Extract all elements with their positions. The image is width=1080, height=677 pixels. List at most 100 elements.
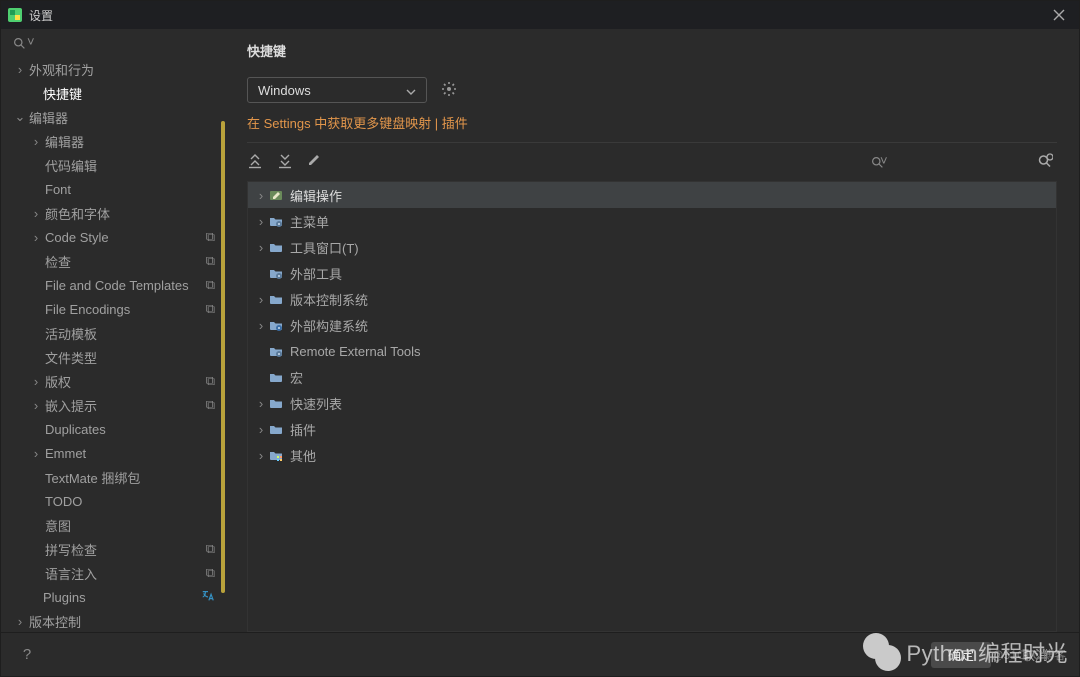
main-panel: 快捷键 Windows 在 Settings 中获取更多键盘映射 | 插件 (225, 29, 1079, 632)
chevron-icon: › (31, 446, 41, 461)
sidebar-item-label: 拼写检查 (45, 540, 206, 559)
sidebar-item[interactable]: Plugins (1, 585, 225, 609)
sidebar-item[interactable]: 活动模板 (1, 321, 225, 345)
sidebar-item-label: Duplicates (45, 422, 215, 437)
title-bar: 设置 (1, 1, 1079, 29)
sidebar-item[interactable]: 语言注入⧉ (1, 561, 225, 585)
close-button[interactable] (1045, 1, 1073, 29)
sidebar-item[interactable]: › 编辑器 (1, 129, 225, 153)
folder-icon (268, 291, 284, 307)
sidebar-item-label: 快捷键 (43, 84, 215, 103)
page-title: 快捷键 (247, 29, 1057, 71)
expand-all-icon[interactable] (247, 153, 263, 172)
title-left: 设置 (7, 7, 53, 24)
sidebar-item[interactable]: 快捷键 (1, 81, 225, 105)
sidebar-item[interactable]: 文件类型 (1, 345, 225, 369)
sidebar-item-label: 代码编辑 (45, 156, 215, 175)
tree-row[interactable]: › 版本控制系统 (248, 286, 1056, 312)
tree-row[interactable]: ›编辑操作 (248, 182, 1056, 208)
sidebar-list[interactable]: ›外观和行为快捷键⌄编辑器›编辑器代码编辑Font›颜色和字体›Code Sty… (1, 57, 225, 632)
settings-dialog: 设置 ˅ ›外观和行为快捷键⌄编辑器›编辑器代码编辑Font›颜色和字体›Cod… (0, 0, 1080, 677)
tree-row[interactable]: ›插件 (248, 416, 1056, 442)
project-badge-icon: ⧉ (206, 541, 215, 557)
keymap-row: Windows (247, 77, 1057, 103)
sidebar-item-label: 活动模板 (45, 324, 215, 343)
tree-toolbar: ˅ (247, 143, 1057, 181)
tree-search[interactable]: ˅ (867, 151, 1057, 173)
chevron-icon: › (254, 422, 268, 437)
chevron-icon: › (254, 448, 268, 463)
sidebar-item[interactable]: 代码编辑 (1, 153, 225, 177)
tree-row-label: 快速列表 (290, 394, 342, 413)
sidebar-item-label: 版本控制 (29, 612, 215, 631)
shortcut-tree[interactable]: ›编辑操作›主菜单›工具窗口(T)›外部工具›版本控制系统›外部构建系统›Rem… (247, 181, 1057, 632)
sidebar-item-label: TextMate 捆绑包 (45, 468, 215, 487)
tree-row-label: 编辑操作 (290, 186, 342, 205)
chevron-icon: › (254, 396, 268, 411)
tree-row[interactable]: ›Remote External Tools (248, 338, 1056, 364)
tree-row-label: 外部构建系统 (290, 316, 368, 335)
tree-row[interactable]: ›宏 (248, 364, 1056, 390)
tree-row[interactable]: ›外部工具 (248, 260, 1056, 286)
search-dropdown-icon: ˅ (27, 34, 35, 49)
tree-row[interactable]: ›外部构建系统 (248, 312, 1056, 338)
collapse-all-icon[interactable] (277, 153, 293, 172)
project-badge-icon: ⧉ (206, 373, 215, 389)
folder-gear-icon (268, 213, 284, 229)
sidebar-item-label: 编辑器 (45, 132, 215, 151)
tree-row[interactable]: › 快速列表 (248, 390, 1056, 416)
translate-icon (201, 589, 215, 606)
chevron-icon: › (31, 398, 41, 413)
info-link[interactable]: 在 Settings 中获取更多键盘映射 | 插件 (247, 113, 1057, 132)
sidebar-item-label: File Encodings (45, 302, 206, 317)
sidebar-item-label: TODO (45, 494, 215, 509)
sidebar-item[interactable]: File and Code Templates⧉ (1, 273, 225, 297)
project-badge-icon: ⧉ (206, 253, 215, 269)
sidebar-item-label: Code Style (45, 230, 206, 245)
chevron-icon: › (31, 134, 41, 149)
folder-gear-icon (268, 343, 284, 359)
sidebar-item[interactable]: ›嵌入提示⧉ (1, 393, 225, 417)
tree-row[interactable]: ›工具窗口(T) (248, 234, 1056, 260)
tree-row[interactable]: ›主菜单 (248, 208, 1056, 234)
sidebar-item-label: 外观和行为 (29, 60, 215, 79)
project-badge-icon: ⧉ (206, 565, 215, 581)
search-dropdown-icon: ˅ (880, 153, 888, 168)
sidebar-item-label: 颜色和字体 (45, 204, 215, 223)
chevron-icon: › (254, 214, 268, 229)
sidebar-item[interactable]: ›外观和行为 (1, 57, 225, 81)
sidebar-item[interactable]: ›版权⧉ (1, 369, 225, 393)
sidebar-item-label: File and Code Templates (45, 278, 206, 293)
sidebar-item-label: 意图 (45, 516, 215, 535)
edit-icon[interactable] (307, 153, 321, 172)
sidebar-item[interactable]: ›Code Style⧉ (1, 225, 225, 249)
sidebar-item-label: 语言注入 (45, 564, 206, 583)
help-button[interactable]: ? (15, 643, 39, 667)
sidebar-item[interactable]: 检查⧉ (1, 249, 225, 273)
sidebar-item-label: 编辑器 (29, 108, 215, 127)
sidebar-item[interactable]: 意图 (1, 513, 225, 537)
sidebar-item[interactable]: ›Emmet (1, 441, 225, 465)
ok-button[interactable]: 确定 (931, 642, 991, 668)
sidebar-item[interactable]: Font (1, 177, 225, 201)
sidebar-item[interactable]: TODO (1, 489, 225, 513)
keymap-select[interactable]: Windows (247, 77, 427, 103)
gear-icon[interactable] (441, 81, 457, 100)
tree-row-label: Remote External Tools (290, 344, 421, 359)
sidebar-item-label: 嵌入提示 (45, 396, 206, 415)
sidebar-item[interactable]: ⌄编辑器 (1, 105, 225, 129)
bottom-bar: ? 确定 取消 @51CTO博客 (1, 632, 1079, 676)
find-shortcut-icon[interactable] (1037, 153, 1053, 172)
tree-row-label: 版本控制系统 (290, 290, 368, 309)
sidebar-item[interactable]: ›颜色和字体 (1, 201, 225, 225)
chevron-icon: › (254, 292, 268, 307)
sidebar-item-label: 检查 (45, 252, 206, 271)
sidebar-item[interactable]: File Encodings⧉ (1, 297, 225, 321)
sidebar-item[interactable]: Duplicates (1, 417, 225, 441)
sidebar-item[interactable]: 拼写检查⧉ (1, 537, 225, 561)
sidebar-item-label: Plugins (43, 590, 201, 605)
sidebar-search[interactable]: ˅ (1, 29, 225, 57)
tree-row[interactable]: ›其他 (248, 442, 1056, 468)
sidebar-item[interactable]: TextMate 捆绑包 (1, 465, 225, 489)
sidebar-item[interactable]: ›版本控制 (1, 609, 225, 632)
